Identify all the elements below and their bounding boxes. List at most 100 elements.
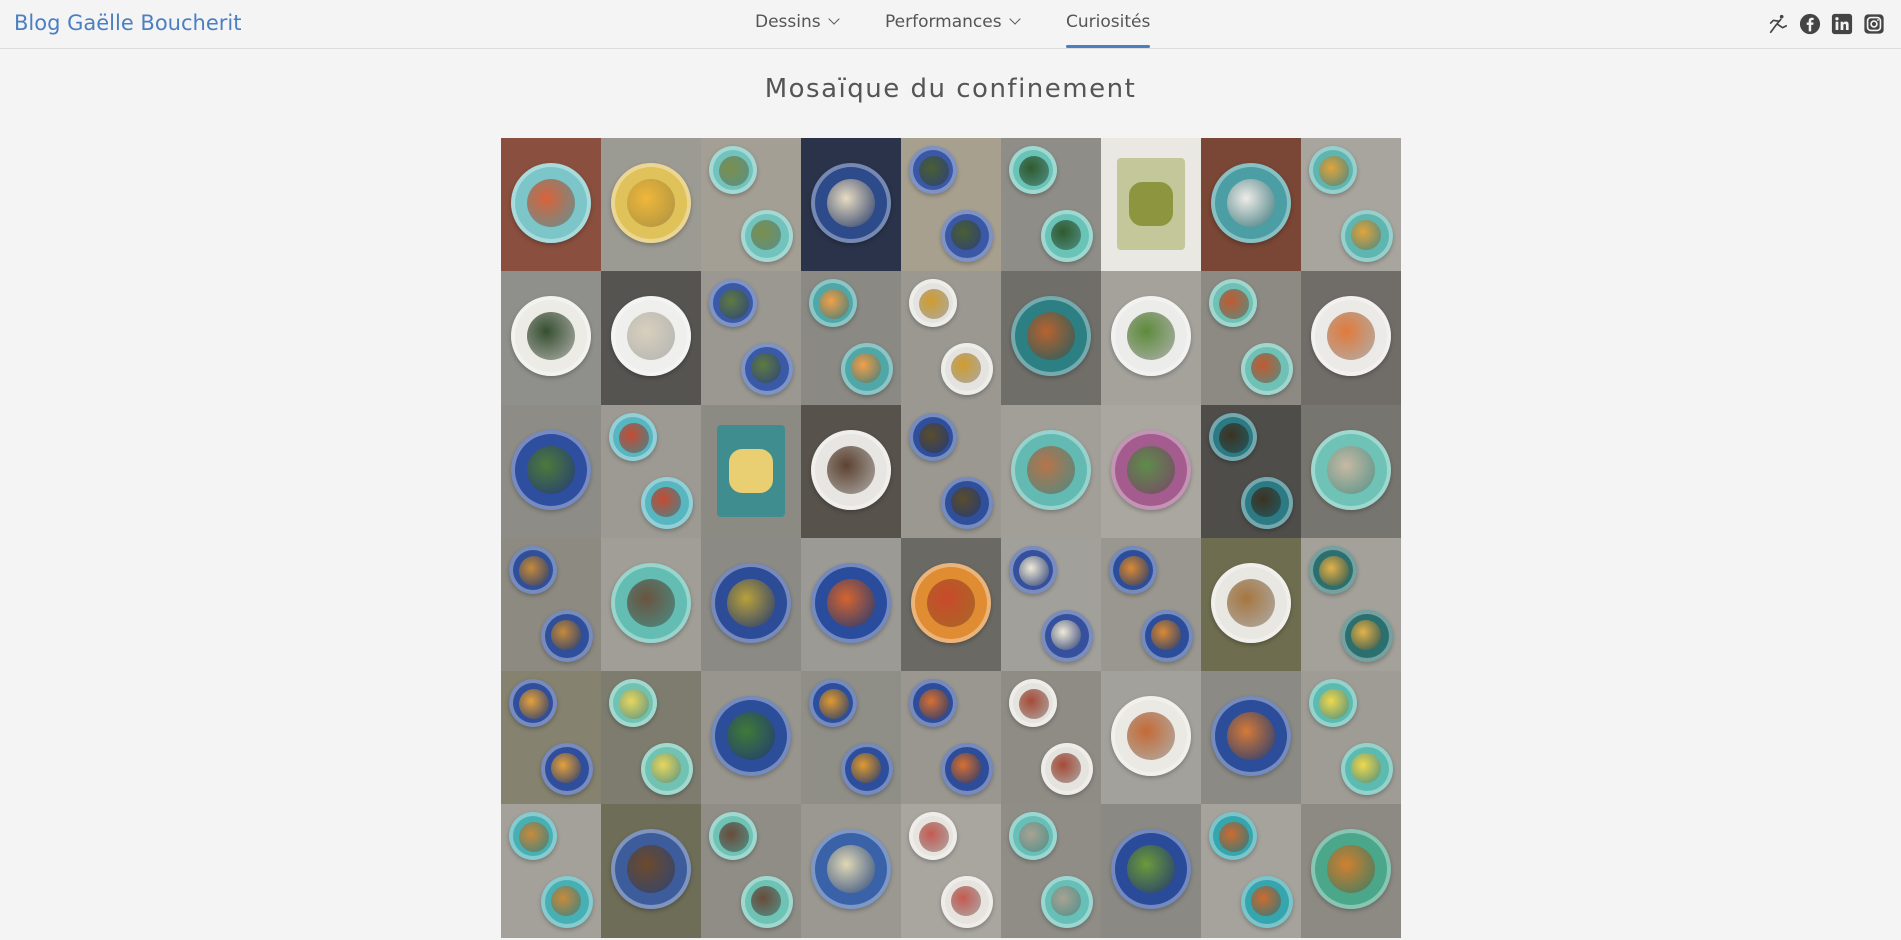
food-image	[951, 886, 981, 917]
mosaic-tile	[1301, 138, 1401, 272]
mosaic-tile	[1201, 138, 1301, 272]
mosaic-tile	[501, 138, 601, 272]
mosaic-tile	[701, 138, 801, 272]
plate-image	[809, 279, 857, 328]
plate-image	[909, 679, 957, 728]
food-image	[527, 445, 575, 494]
plate-image	[841, 743, 893, 796]
mosaic-tile	[1101, 138, 1201, 272]
food-image	[751, 220, 781, 250]
social-links	[1767, 13, 1885, 35]
instagram-icon[interactable]	[1863, 13, 1885, 35]
mosaic-tile	[901, 537, 1001, 672]
plate-image	[1041, 609, 1093, 662]
food-image	[1327, 445, 1375, 494]
plate-image	[1209, 279, 1257, 328]
food-image	[1219, 289, 1249, 320]
plate-image	[1009, 812, 1057, 861]
food-image	[1319, 156, 1349, 186]
mosaic-tile	[1301, 404, 1401, 538]
plate-image	[709, 812, 757, 861]
plate-image	[611, 163, 691, 243]
food-image	[1127, 312, 1175, 361]
mosaic-tile	[501, 671, 601, 805]
plate-image	[1209, 412, 1257, 461]
food-image	[919, 289, 949, 320]
plate-image	[811, 829, 891, 910]
mosaic-tile	[901, 404, 1001, 538]
plate-image	[909, 146, 957, 194]
food-image	[951, 486, 981, 517]
food-image	[1027, 445, 1075, 494]
mosaic-tile	[1201, 537, 1301, 672]
plate-image	[609, 412, 657, 461]
food-image	[1227, 578, 1275, 627]
food-image	[627, 578, 675, 627]
plate-image	[1009, 679, 1057, 728]
page-title: Mosaïque du confinement	[764, 74, 1137, 104]
plate-image	[1011, 429, 1091, 510]
plate-image	[909, 812, 957, 861]
mosaic-tile	[701, 271, 801, 405]
mosaic-tile	[501, 271, 601, 405]
plate-image	[1309, 545, 1357, 594]
chevron-down-icon	[827, 13, 840, 25]
food-image	[519, 555, 549, 586]
plate-image	[1241, 876, 1293, 929]
plate-image	[711, 696, 791, 777]
site-brand-link[interactable]: Blog Gaëlle Boucherit	[14, 11, 241, 35]
mosaic-tile	[1201, 271, 1301, 405]
plate-image	[1341, 210, 1393, 262]
mosaic-tile	[1001, 671, 1101, 805]
food-image	[519, 689, 549, 720]
food-image	[919, 422, 949, 453]
mosaic-tile	[1301, 804, 1401, 938]
plate-image	[941, 343, 993, 396]
mosaic-tile	[1001, 804, 1101, 938]
food-image	[851, 753, 881, 784]
plate-image	[541, 743, 593, 796]
food-image	[1351, 220, 1381, 250]
nav-curiosites[interactable]: Curiosités	[1066, 12, 1151, 48]
plate-image	[1041, 210, 1093, 262]
mosaic-tile	[1101, 804, 1201, 938]
plate-image	[611, 829, 691, 910]
plate-image	[1209, 812, 1257, 861]
food-image	[1251, 886, 1281, 917]
plate-image	[1311, 829, 1391, 910]
mosaic-tile	[801, 671, 901, 805]
food-image	[1127, 445, 1175, 494]
nav-dessins[interactable]: Dessins	[755, 12, 840, 32]
food-image	[627, 845, 675, 894]
plate-image	[841, 343, 893, 396]
linkedin-icon[interactable]	[1831, 13, 1853, 35]
food-image	[751, 886, 781, 917]
facebook-icon[interactable]	[1799, 13, 1821, 35]
plate-image	[941, 210, 993, 262]
food-image	[719, 289, 749, 320]
mosaic-tile	[801, 404, 901, 538]
plate-image	[541, 876, 593, 929]
nav-dessins-label: Dessins	[755, 12, 821, 32]
mosaic-tile	[1201, 804, 1301, 938]
plate-image	[1309, 146, 1357, 194]
nav-performances-label: Performances	[885, 12, 1002, 32]
food-image	[1327, 312, 1375, 361]
mosaic-tile	[501, 537, 601, 672]
plate-image	[941, 743, 993, 796]
plate-image	[641, 476, 693, 529]
food-image	[919, 822, 949, 853]
mosaic-tile	[801, 271, 901, 405]
mosaic-tile	[601, 804, 701, 938]
mosaic-tile	[701, 671, 801, 805]
food-image	[551, 753, 581, 784]
dancer-icon[interactable]	[1767, 13, 1789, 35]
food-image	[1051, 886, 1081, 917]
plate-image	[1241, 343, 1293, 396]
plate-image	[1009, 545, 1057, 594]
food-image	[1351, 619, 1381, 650]
food-image	[919, 689, 949, 720]
plate-image	[641, 743, 693, 796]
plate-image	[509, 679, 557, 728]
nav-performances[interactable]: Performances	[885, 12, 1021, 32]
